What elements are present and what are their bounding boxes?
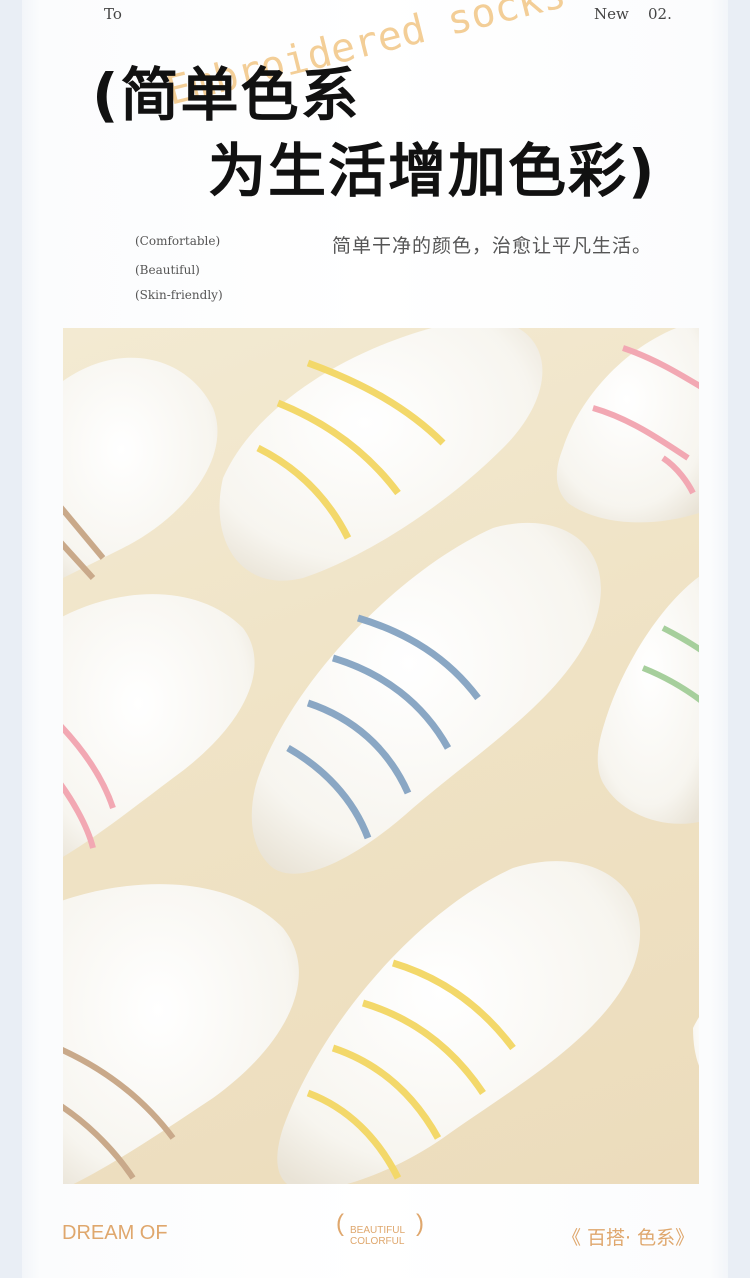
tag-beautiful: (Beautiful) — [135, 263, 200, 277]
tag-skin-friendly: (Skin-friendly) — [135, 288, 223, 302]
right-paren-glyph: ) — [416, 1210, 424, 1237]
footer-middle-text: BEAUTIFUL COLORFUL — [350, 1225, 405, 1247]
sock-top-right-pink — [556, 328, 699, 523]
header-left-text: To — [104, 5, 122, 23]
sock-bottom-left-beige — [63, 884, 299, 1184]
socks-illustration — [63, 328, 699, 1184]
subtitle: 简单干净的颜色，治愈让平凡生活。 — [332, 235, 653, 257]
footer-middle-line1: BEAUTIFUL — [350, 1225, 406, 1236]
left-paren-glyph: ( — [336, 1210, 344, 1237]
headline-line-2: 为生活增加色彩) — [208, 137, 657, 205]
sock-bottom-right — [693, 1017, 699, 1066]
footer-right-text: 《 百搭· 色系》 — [562, 1227, 695, 1249]
product-photo — [63, 328, 699, 1184]
left-edge — [0, 0, 22, 1278]
sock-mid-right-green — [597, 576, 699, 824]
right-edge — [728, 0, 750, 1278]
footer-left-text: DREAM OF — [62, 1222, 168, 1244]
headline-line-1: (简单色系 — [92, 61, 361, 129]
tag-comfortable: (Comfortable) — [135, 234, 221, 248]
header-number: 02. — [648, 5, 672, 23]
sock-top-left — [63, 357, 218, 581]
footer-middle-line2: COLORFUL — [350, 1236, 405, 1247]
sock-bottom-yellow — [277, 861, 640, 1184]
sock-mid-left-pink — [63, 594, 255, 857]
page: To New 02. Embroidered socks that (简单色系 … — [0, 0, 750, 1278]
